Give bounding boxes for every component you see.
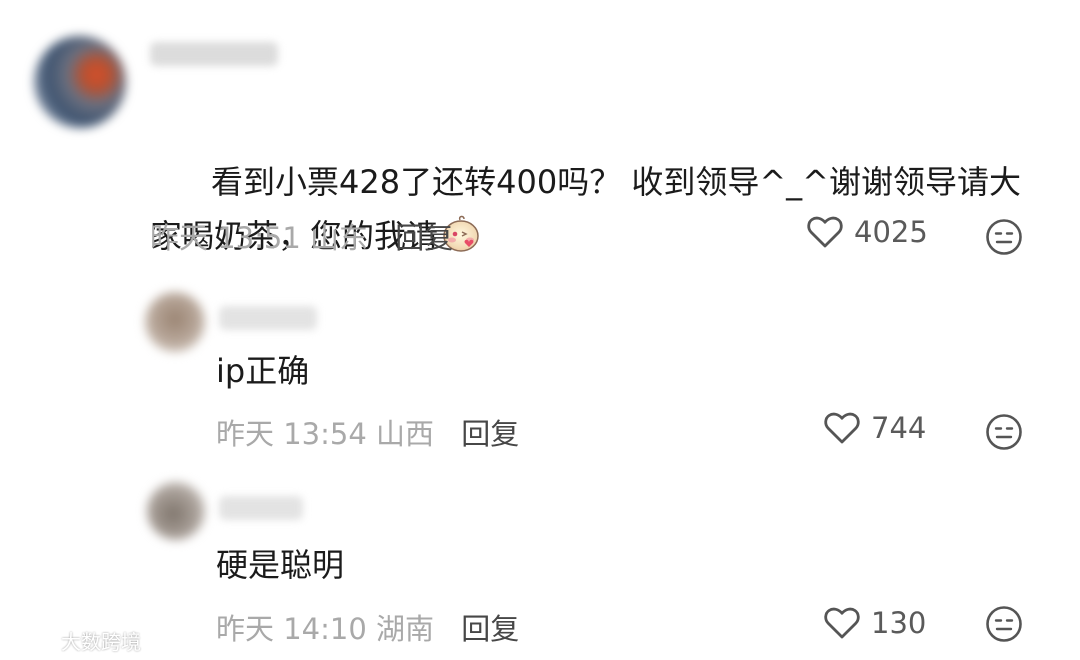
comment-time: 昨天 13:51 [150,221,301,255]
username-blurred[interactable] [150,42,278,66]
like-count: 4025 [854,215,928,249]
avatar[interactable] [147,482,205,540]
like-button[interactable]: 4025 [806,215,928,249]
reply-location: 湖南 [376,612,435,646]
like-button[interactable]: 130 [823,606,926,640]
reply-meta: 昨天 13:54 山西 回复 [216,411,519,453]
watermark: 大数跨境 [8,626,141,655]
heart-outline-icon [807,216,843,248]
username-blurred[interactable] [219,496,303,520]
reply-text: 硬是聪明 [216,546,345,584]
reply-meta: 昨天 14:10 湖南 回复 [216,606,519,648]
reply-text: ip正确 [216,352,310,390]
reply-location: 山西 [376,417,435,451]
heart-outline-icon [824,412,860,444]
avatar[interactable] [145,292,205,352]
reply-button[interactable]: 回复 [461,612,519,646]
like-count: 130 [871,606,927,640]
reply-item: 硬是聪明 昨天 14:10 湖南 回复 130 [0,470,1080,660]
reply-button[interactable]: 回复 [395,221,453,255]
reply-time: 昨天 13:54 [216,417,367,451]
reply-time: 昨天 14:10 [216,612,367,646]
watermark-logo-icon [10,632,52,649]
neutral-face-icon[interactable] [985,413,1023,451]
comment-meta: 昨天 13:51 山东 回复 [150,215,453,257]
reply-button[interactable]: 回复 [461,417,519,451]
neutral-face-icon[interactable] [985,605,1023,643]
comment-location: 山东 [310,221,369,255]
comment-item: 看到小票428了还转400吗？ 收到领导^_^谢谢领导请大家喝奶茶，您的我请 昨… [0,0,1080,270]
avatar[interactable] [34,36,126,128]
heart-outline-icon [824,607,860,639]
watermark-text: 大数跨境 [61,630,141,654]
username-blurred[interactable] [219,306,317,330]
like-count: 744 [871,411,927,445]
reply-item: ip正确 昨天 13:54 山西 回复 744 [0,270,1080,470]
neutral-face-icon[interactable] [985,218,1023,256]
comment-thread: 看到小票428了还转400吗？ 收到领导^_^谢谢领导请大家喝奶茶，您的我请 昨… [0,0,1080,660]
like-button[interactable]: 744 [823,411,926,445]
